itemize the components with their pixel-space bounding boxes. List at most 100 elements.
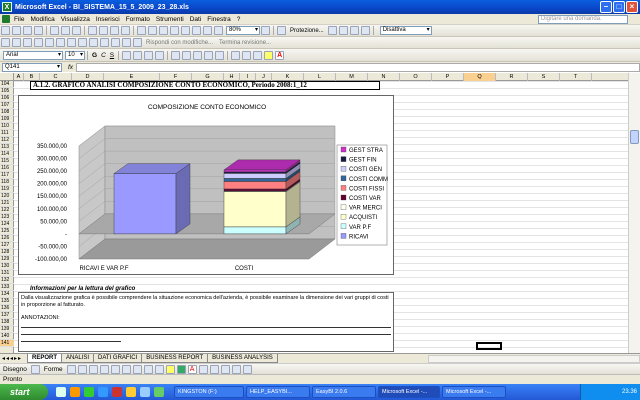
select-arrow-icon[interactable] [30,364,40,374]
line-icon[interactable] [66,364,76,374]
close-button[interactable]: × [626,1,638,13]
fill-color-icon[interactable] [264,50,274,60]
sort-asc-icon[interactable] [181,26,190,35]
row-header-108[interactable]: 108 [0,109,14,116]
annotation-line-1[interactable] [21,327,391,328]
row-header-111[interactable]: 111 [0,130,14,137]
arrow-style-icon[interactable] [220,364,230,374]
merge-center-icon[interactable] [155,50,165,60]
row-header-115[interactable]: 115 [0,158,14,165]
align-center-icon[interactable] [133,50,143,60]
annotation-line-3[interactable] [21,341,121,342]
tab-nav-arrows[interactable]: ◂◂◂▸▸ [0,355,28,362]
new-icon[interactable] [1,26,10,35]
bold-button[interactable]: G [90,52,99,59]
tab-business-analysis[interactable]: BUSINESS ANALYSIS [207,354,278,363]
quicklaunch-icon-7[interactable] [140,387,150,397]
start-button[interactable]: start [0,384,48,400]
increase-indent-icon[interactable] [242,50,252,60]
reply-with-changes-button[interactable]: Rispondi con modifiche... [143,40,213,46]
quicklaunch-icon-2[interactable] [70,387,80,397]
row-header-109[interactable]: 109 [0,116,14,123]
help-icon[interactable] [261,26,270,35]
font-size-select[interactable]: 10 [65,50,85,60]
dash-style-icon[interactable] [209,364,219,374]
review-icon-6[interactable] [56,38,65,47]
tab-business-report[interactable]: BUSINESS REPORT [141,354,209,363]
row-header-134[interactable]: 134 [0,291,14,298]
column-header-o[interactable]: O [400,73,432,81]
print-icon[interactable] [50,26,59,35]
review-icon-11[interactable] [111,38,120,47]
review-icon-7[interactable] [67,38,76,47]
column-header-h[interactable]: H [224,73,240,81]
sort-desc-icon[interactable] [192,26,201,35]
column-header-e[interactable]: E [104,73,160,81]
oval-icon[interactable] [99,364,109,374]
row-header-131[interactable]: 131 [0,270,14,277]
review-icon-10[interactable] [100,38,109,47]
tool-icon-a[interactable] [327,26,337,35]
column-header-r[interactable]: R [496,73,528,81]
percent-icon[interactable] [182,50,192,60]
line-color-icon[interactable] [176,364,186,374]
review-icon-9[interactable] [89,38,98,47]
row-header-125[interactable]: 125 [0,228,14,235]
diagram-icon[interactable] [132,364,142,374]
menu-dati[interactable]: Dati [187,16,205,23]
lock-icon[interactable] [277,26,286,35]
protezione-button[interactable]: Protezione... [287,28,327,34]
menu-inserisci[interactable]: Inserisci [93,16,123,23]
quicklaunch-icon-1[interactable] [56,387,66,397]
quicklaunch-icon-8[interactable] [154,387,164,397]
review-icon-4[interactable] [34,38,43,47]
row-header-135[interactable]: 135 [0,298,14,305]
disattiva-select[interactable]: Disattiva [379,26,432,35]
rectangle-icon[interactable] [88,364,98,374]
review-icon-3[interactable] [23,38,32,47]
column-header-i[interactable]: I [240,73,256,81]
currency-icon[interactable] [171,50,181,60]
row-header-133[interactable]: 133 [0,284,14,291]
thousands-icon[interactable] [193,50,203,60]
textbox-icon[interactable] [110,364,120,374]
shapes-menu[interactable]: Forme [41,366,66,373]
quicklaunch-icon-6[interactable] [126,387,136,397]
align-left-icon[interactable] [122,50,132,60]
row-header-129[interactable]: 129 [0,256,14,263]
quicklaunch-icon-5[interactable] [112,387,122,397]
horizontal-scrollbar[interactable] [427,354,640,363]
row-header-123[interactable]: 123 [0,214,14,221]
redo-icon[interactable] [148,26,157,35]
review-icon-2[interactable] [12,38,21,47]
row-header-118[interactable]: 118 [0,179,14,186]
row-header-128[interactable]: 128 [0,249,14,256]
row-header-105[interactable]: 105 [0,88,14,95]
row-header-112[interactable]: 112 [0,137,14,144]
column-header-d[interactable]: D [72,73,104,81]
column-header-t[interactable]: T [560,73,592,81]
row-header-119[interactable]: 119 [0,186,14,193]
paste-icon[interactable] [110,26,119,35]
row-header-122[interactable]: 122 [0,207,14,214]
save-icon[interactable] [23,26,32,35]
align-right-icon[interactable] [144,50,154,60]
tab-report[interactable]: REPORT [27,354,63,363]
tab-analisi[interactable]: ANALISI [61,354,95,363]
increase-decimal-icon[interactable] [204,50,214,60]
row-header-137[interactable]: 137 [0,312,14,319]
select-all-corner[interactable] [0,73,14,81]
review-icon-13[interactable] [133,38,142,47]
menu-help[interactable]: ? [234,16,244,23]
review-icon-5[interactable] [45,38,54,47]
formula-input[interactable] [76,62,640,72]
quicklaunch-icon-3[interactable] [84,387,94,397]
font-color-icon[interactable]: A [275,50,285,60]
task-kingston[interactable]: KINGSTON (F:) [174,386,244,398]
borders-icon[interactable] [253,50,263,60]
menu-modifica[interactable]: Modifica [27,16,57,23]
zoom-select[interactable]: 80% [226,26,260,35]
chart-wizard-icon[interactable] [203,26,212,35]
task-help-easybi[interactable]: HELP_EASYBI... [246,386,310,398]
row-header-116[interactable]: 116 [0,165,14,172]
